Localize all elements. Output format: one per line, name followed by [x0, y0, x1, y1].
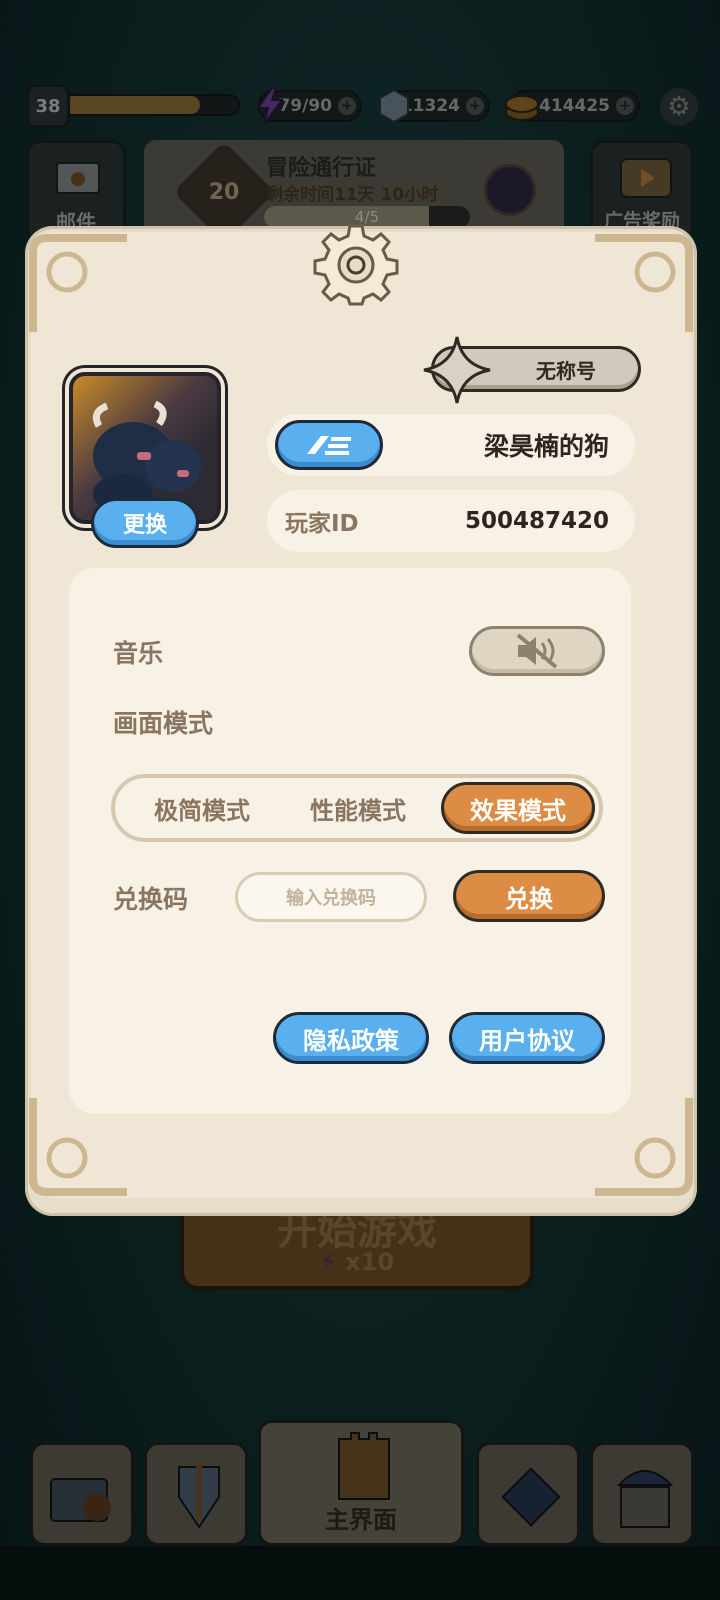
- player-nickname: 梁昊楠的狗: [483, 432, 609, 461]
- graphics-mode-label: 画面模式: [113, 709, 214, 738]
- corner-ornament-top-left: [27, 232, 137, 342]
- privacy-policy-button[interactable]: 隐私政策: [273, 1012, 429, 1064]
- user-agreement-button[interactable]: 用户协议: [449, 1012, 605, 1064]
- music-toggle[interactable]: [469, 626, 605, 676]
- redeem-code-label: 兑换码: [113, 885, 189, 914]
- player-id-row: 玩家ID 500487420: [267, 490, 635, 552]
- corner-ornament-top-right: [585, 232, 695, 342]
- graphics-option-performance[interactable]: 性能模式: [283, 782, 433, 834]
- settings-gear-icon: [313, 224, 399, 306]
- title-badge-text: 无称号: [536, 358, 596, 383]
- graphics-option-quality[interactable]: 效果模式: [441, 782, 595, 834]
- graphics-option-minimal[interactable]: 极简模式: [127, 782, 277, 834]
- redeem-button[interactable]: 兑换: [453, 870, 605, 922]
- player-id-label: 玩家ID: [285, 511, 359, 537]
- edit-name-button[interactable]: [275, 420, 383, 470]
- speaker-muted-icon: [516, 633, 558, 669]
- settings-panel: 音乐 画面模式 极简模式 性能模式 效果模式 兑换码 输入兑换码 兑换 隐私政策…: [69, 568, 631, 1114]
- music-label: 音乐: [113, 639, 164, 668]
- title-badge-button[interactable]: 无称号: [423, 336, 641, 404]
- profile-settings-modal: 无称号 更换 梁昊楠的狗 玩家ID 500487420 音乐 画面模式 极简模式…: [25, 224, 697, 1216]
- player-id-value[interactable]: 500487420: [465, 490, 609, 552]
- change-avatar-button[interactable]: 更换: [91, 498, 199, 548]
- redeem-code-input[interactable]: 输入兑换码: [235, 872, 427, 922]
- four-point-star-icon: [423, 336, 491, 404]
- graphics-mode-selector: 极简模式 性能模式 效果模式: [111, 774, 603, 842]
- nickname-row: 梁昊楠的狗: [267, 414, 635, 476]
- edit-pencil-icon: [307, 436, 351, 455]
